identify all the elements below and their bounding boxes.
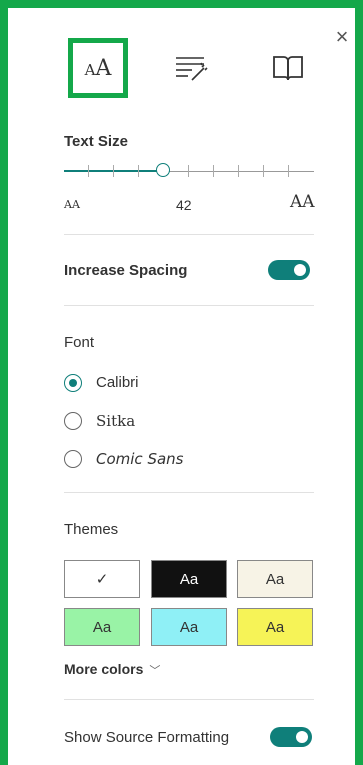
show-source-formatting-label: Show Source Formatting	[64, 729, 230, 746]
divider	[64, 305, 314, 306]
toggle-knob	[296, 731, 308, 743]
font-option-sitka[interactable]: Sitka	[96, 412, 135, 430]
font-radio-sitka[interactable]	[64, 412, 82, 430]
font-radio-comic-sans[interactable]	[64, 450, 82, 468]
divider	[64, 234, 314, 235]
more-colors-label: More colors	[64, 661, 144, 677]
theme-swatch-cyan[interactable]: Aa	[151, 608, 227, 646]
divider	[64, 492, 314, 493]
toggle-knob	[294, 264, 306, 276]
text-size-slider-thumb[interactable]	[156, 163, 170, 177]
theme-swatch-yellow[interactable]: Aa	[237, 608, 313, 646]
themes-label: Themes	[64, 521, 119, 538]
text-size-min-label: AA	[64, 198, 80, 211]
slider-tick	[88, 165, 89, 177]
slider-tick	[238, 165, 239, 177]
font-option-calibri[interactable]: Calibri	[96, 374, 139, 391]
tab-text-preferences[interactable]: AA	[68, 38, 128, 98]
text-size-slider-fill	[64, 170, 164, 172]
font-option-comic-sans[interactable]: Comic Sans	[96, 450, 183, 468]
increase-spacing-toggle[interactable]	[268, 260, 310, 280]
text-size-value: 42	[176, 197, 192, 213]
slider-tick	[138, 165, 139, 177]
tab-reading-preferences[interactable]	[260, 40, 316, 96]
font-radio-calibri[interactable]	[64, 374, 82, 392]
theme-swatch-sepia[interactable]: Aa	[237, 560, 313, 598]
slider-tick	[213, 165, 214, 177]
more-colors-button[interactable]: More colors ﹀	[64, 661, 160, 678]
slider-tick	[188, 165, 189, 177]
text-size-label: Text Size	[64, 133, 128, 150]
slider-tick	[288, 165, 289, 177]
theme-swatch-selected[interactable]: ✓	[64, 560, 140, 598]
increase-spacing-label: Increase Spacing	[64, 262, 188, 279]
panel-highlight-border	[0, 0, 363, 765]
theme-swatch-dark[interactable]: Aa	[151, 560, 227, 598]
tab-grammar-tools[interactable]	[164, 40, 220, 96]
close-icon[interactable]: ×	[331, 26, 353, 48]
book-icon	[273, 56, 303, 81]
text-size-icon: AA	[84, 55, 112, 81]
font-label: Font	[64, 334, 95, 351]
chevron-down-icon: ﹀	[149, 665, 161, 677]
divider	[64, 699, 314, 700]
slider-tick	[113, 165, 114, 177]
show-source-formatting-toggle[interactable]	[270, 727, 312, 747]
text-size-max-label: AA	[290, 192, 315, 212]
slider-tick	[263, 165, 264, 177]
grammar-tools-icon	[176, 57, 208, 81]
theme-swatch-green[interactable]: Aa	[64, 608, 140, 646]
